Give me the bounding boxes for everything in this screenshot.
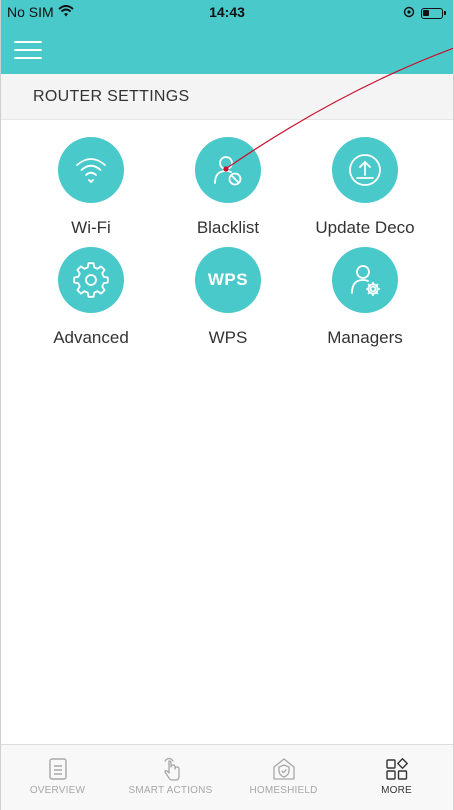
tab-label: HOMESHIELD — [249, 785, 318, 796]
annotation-arrow — [223, 47, 453, 172]
wps-icon-text: WPS — [207, 270, 249, 289]
document-icon — [1, 755, 114, 783]
tile-label: Advanced — [53, 328, 129, 347]
battery-level — [423, 9, 429, 16]
orientation-lock-icon — [403, 5, 415, 21]
clock: 14:43 — [209, 4, 245, 20]
tab-smart-actions[interactable]: SMART ACTIONS — [114, 745, 227, 810]
tile-wps[interactable]: WPS WPS — [153, 247, 303, 348]
tile-label: Wi-Fi — [71, 218, 111, 237]
status-bar: No SIM 14:43 — [1, 0, 453, 26]
bottom-tab-bar: OVERVIEW SMART ACTIONS HOMESHIELD MORE — [1, 744, 453, 810]
user-blocked-icon — [195, 137, 261, 203]
tile-managers[interactable]: Managers — [290, 247, 440, 348]
section-header: ROUTER SETTINGS — [1, 74, 453, 120]
section-title: ROUTER SETTINGS — [33, 88, 190, 105]
more-grid-icon — [340, 755, 453, 783]
battery-icon — [421, 7, 446, 19]
tile-blacklist[interactable]: Blacklist — [153, 137, 303, 238]
tile-label: Blacklist — [196, 218, 260, 237]
home-shield-icon — [227, 755, 340, 783]
gear-icon — [58, 247, 124, 313]
tile-label: Managers — [327, 328, 403, 347]
tab-label: OVERVIEW — [29, 785, 86, 796]
tab-label: SMART ACTIONS — [128, 785, 213, 796]
tab-more[interactable]: MORE — [340, 745, 453, 810]
app-bar — [1, 26, 453, 74]
tile-update-deco[interactable]: Update Deco — [290, 137, 440, 238]
hamburger-menu-icon[interactable] — [14, 41, 42, 61]
tile-label: Update Deco — [315, 218, 415, 237]
status-icons — [403, 5, 446, 21]
wps-icon: WPS — [195, 247, 261, 313]
tile-advanced[interactable]: Advanced — [16, 247, 166, 348]
phone-screen: No SIM 14:43 ROUTER SETTINGS Wi-Fi Black… — [0, 0, 454, 810]
tab-label: MORE — [381, 785, 412, 796]
tile-wifi[interactable]: Wi-Fi — [16, 137, 166, 238]
tile-label: WPS — [208, 328, 248, 347]
user-gear-icon — [332, 247, 398, 313]
tab-homeshield[interactable]: HOMESHIELD — [227, 745, 340, 810]
tab-overview[interactable]: OVERVIEW — [1, 745, 114, 810]
firmware-upload-icon — [332, 137, 398, 203]
tap-hand-icon — [114, 755, 227, 783]
wifi-icon — [58, 137, 124, 203]
